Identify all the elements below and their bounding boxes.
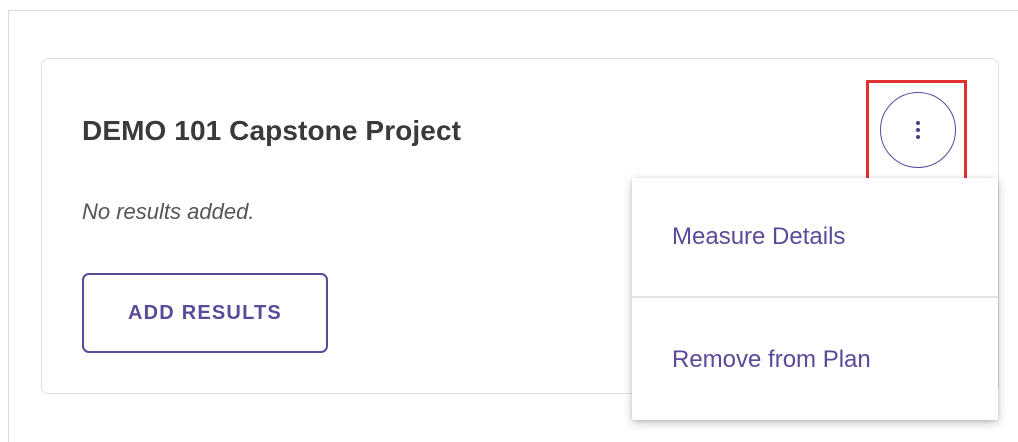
add-results-button[interactable]: ADD RESULTS (82, 273, 328, 353)
card-title: DEMO 101 Capstone Project (82, 115, 462, 146)
no-results-note: No results added. (82, 199, 255, 224)
actions-dropdown-menu: Measure Details Remove from Plan (632, 178, 998, 420)
menu-item-measure-details[interactable]: Measure Details (632, 178, 998, 296)
more-actions-button[interactable] (880, 92, 956, 168)
more-vertical-icon (916, 121, 920, 139)
menu-divider (632, 296, 998, 298)
page: DEMO 101 Capstone Project No results add… (0, 0, 1018, 442)
menu-item-remove-from-plan[interactable]: Remove from Plan (632, 300, 998, 420)
